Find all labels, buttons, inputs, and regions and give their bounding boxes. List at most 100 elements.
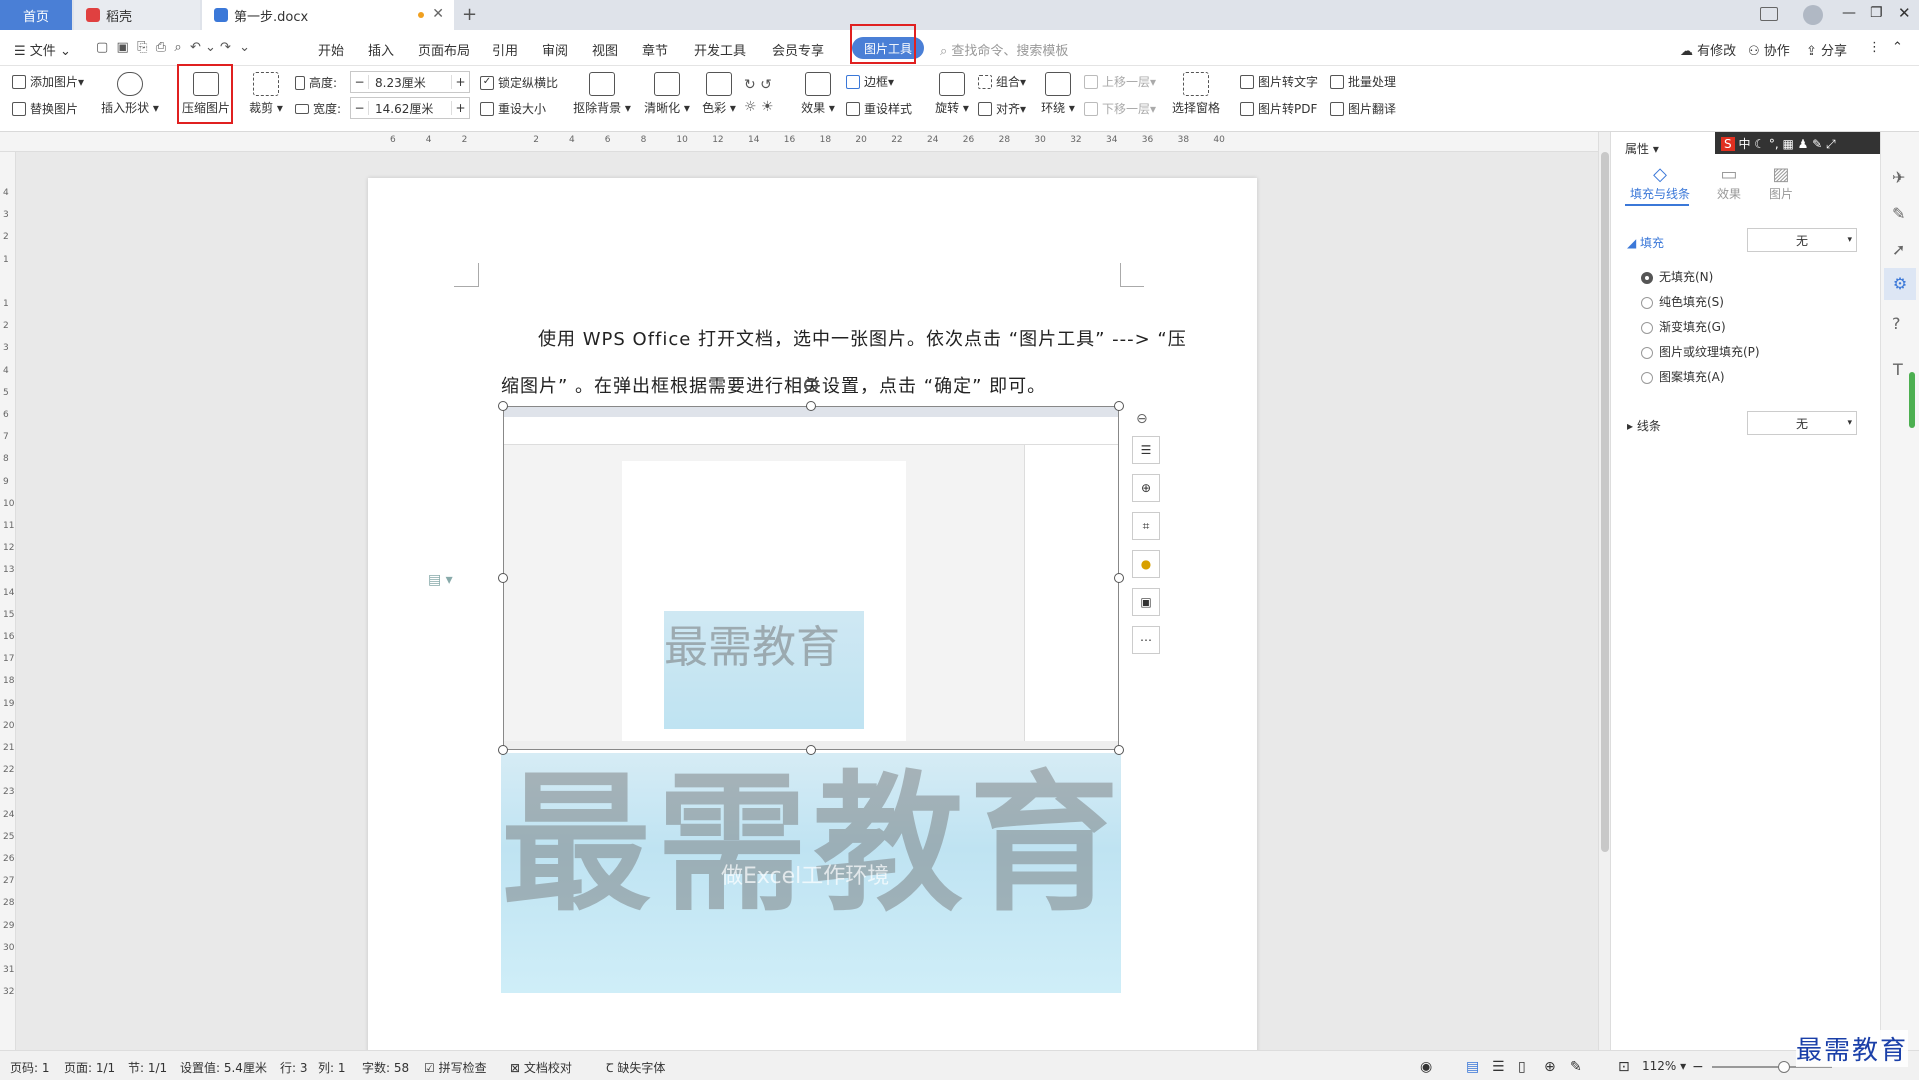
menu-developer[interactable]: 开发工具 [694, 40, 746, 59]
lock-ratio-checkbox[interactable]: ✓ 锁定纵横比 [480, 74, 558, 91]
more-icon[interactable]: ⋮ [1868, 40, 1881, 55]
outline-view-icon[interactable]: ☰ [1492, 1059, 1505, 1075]
reading-view-icon[interactable]: ▯ [1518, 1059, 1526, 1075]
sharpen-button[interactable]: 清晰化 ▾ [642, 72, 692, 116]
collapse-toolbar-icon[interactable]: ⊖ [1136, 411, 1148, 427]
width-input[interactable]: −14.62厘米 + [350, 97, 470, 119]
cursor-icon[interactable]: ➚ [1892, 240, 1905, 259]
fill-section-header[interactable]: ◢ 填充 [1627, 234, 1664, 251]
batch-button[interactable]: 批量处理 [1330, 73, 1396, 90]
quick-access-icons[interactable]: ▢ ▣ ⎘ ⎙ ⌕ ↶ ⌄ ↷ ⌄ [96, 40, 250, 55]
status-page[interactable]: 页码: 1 [10, 1059, 50, 1076]
zoom-image-icon[interactable]: ⊕ [1132, 474, 1160, 502]
vertical-scrollbar[interactable] [1598, 132, 1610, 1050]
fit-page-icon[interactable]: ⊡ [1618, 1059, 1630, 1075]
restore-icon[interactable]: ❐ [1870, 5, 1883, 21]
rotate-button[interactable]: 旋转 ▾ [934, 72, 970, 116]
resize-handle-br[interactable] [1114, 745, 1124, 755]
collapse-ribbon-icon[interactable]: ⌃ [1892, 40, 1903, 55]
changes-button[interactable]: ☁ 有修改 [1680, 40, 1736, 59]
properties-icon[interactable]: ⚙ [1884, 268, 1916, 300]
layout-options-icon[interactable]: ☰ [1132, 436, 1160, 464]
background-picture[interactable]: 最需教育 做Excel工作环境 [501, 753, 1121, 993]
status-words[interactable]: 字数: 58 [362, 1059, 409, 1076]
help-icon[interactable]: ? [1892, 314, 1901, 333]
line-dropdown[interactable]: 无 ▾ [1747, 411, 1857, 435]
wrap-button[interactable]: 环绕 ▾ [1040, 72, 1076, 116]
resize-handle-tl[interactable] [498, 401, 508, 411]
up-layer-button[interactable]: 上移一层 ▾ [1084, 73, 1156, 90]
zoom-out-icon[interactable]: − [1692, 1059, 1704, 1075]
rotate-handle-icon[interactable] [804, 378, 818, 392]
doc-paragraph-line-1[interactable]: 使用 WPS Office 打开文档，选中一张图片。依次点击 “图片工具” --… [538, 325, 1187, 351]
down-layer-button[interactable]: 下移一层 ▾ [1084, 100, 1156, 117]
resize-handle-bl[interactable] [498, 745, 508, 755]
workspace-icon[interactable] [1760, 7, 1778, 21]
menu-view[interactable]: 视图 [592, 40, 618, 59]
menu-page-layout[interactable]: 页面布局 [418, 40, 470, 59]
fill-option-none[interactable]: 无填充(N) [1641, 268, 1713, 285]
width-decrease[interactable]: − [351, 101, 369, 115]
page-view-icon[interactable]: ▤ [1466, 1059, 1479, 1075]
align-button[interactable]: 对齐 ▾ [978, 100, 1026, 117]
web-view-icon[interactable]: ⊕ [1544, 1059, 1556, 1075]
fill-dropdown[interactable]: 无 ▾ [1747, 228, 1857, 252]
fill-option-solid[interactable]: 纯色填充(S) [1641, 293, 1724, 310]
paragraph-anchor-icon[interactable]: ▤ ▾ [428, 572, 453, 588]
image-to-text-icon[interactable]: ▣ [1132, 588, 1160, 616]
close-tab-icon[interactable]: ✕ [432, 6, 444, 22]
share-button[interactable]: ⇪ 分享 [1806, 40, 1847, 59]
color-button[interactable]: 色彩 ▾ [700, 72, 738, 116]
fill-option-gradient[interactable]: 渐变填充(G) [1641, 318, 1726, 335]
insert-shape-button[interactable]: 插入形状 ▾ [100, 72, 160, 116]
idea-icon[interactable]: ● [1132, 550, 1160, 578]
panel-tab-picture[interactable]: ▨ 图片 [1761, 164, 1801, 202]
command-search[interactable]: ⌕ 查找命令、搜索模板 [940, 40, 1068, 59]
tab-document[interactable]: 第一步.docx ✕ [202, 0, 454, 30]
write-view-icon[interactable]: ✎ [1570, 1059, 1582, 1075]
text-icon[interactable]: T [1893, 360, 1903, 379]
height-input[interactable]: −8.23厘米 + [350, 71, 470, 93]
resize-handle-r[interactable] [1114, 573, 1124, 583]
status-pages[interactable]: 页面: 1/1 [64, 1059, 115, 1076]
pen-icon[interactable]: ✎ [1892, 204, 1905, 223]
ime-toolbar[interactable]: S 中 ☾ °, ▦ ♟ ✎ ⤢ [1715, 132, 1881, 154]
line-section-header[interactable]: ▸ 线条 [1627, 417, 1661, 434]
crop-button[interactable]: 裁剪 ▾ [248, 72, 284, 116]
pic-to-text-button[interactable]: 图片转文字 [1240, 73, 1318, 90]
resize-handle-t[interactable] [806, 401, 816, 411]
close-window-icon[interactable]: ✕ [1898, 4, 1911, 22]
panel-tab-effect[interactable]: ▭ 效果 [1709, 164, 1749, 202]
resize-handle-b[interactable] [806, 745, 816, 755]
rotate-adjust-icons[interactable]: ↻ ↺ ☼ ☀ [744, 74, 774, 118]
reset-style-button[interactable]: 重设样式 [846, 100, 912, 117]
crop-tool-icon[interactable]: ⌗ [1132, 512, 1160, 540]
minimize-icon[interactable]: — [1842, 5, 1856, 21]
cutout-button[interactable]: 抠除背景 ▾ [572, 72, 632, 116]
select-pane-button[interactable]: 选择窗格 [1170, 72, 1222, 116]
panel-title[interactable]: 属性 ▾ [1625, 140, 1659, 157]
effect-button[interactable]: 效果 ▾ [798, 72, 838, 116]
document-page[interactable]: 使用 WPS Office 打开文档，选中一张图片。依次点击 “图片工具” --… [368, 178, 1257, 1058]
menu-chapter[interactable]: 章节 [642, 40, 668, 59]
scrollbar-thumb[interactable] [1601, 152, 1609, 852]
tab-docer[interactable]: 稻壳 [74, 0, 200, 30]
panel-tab-fill[interactable]: ◇ 填充与线条 [1625, 164, 1695, 202]
add-picture-button[interactable]: 添加图片 ▾ [12, 73, 84, 90]
fill-option-texture[interactable]: 图片或纹理填充(P) [1641, 343, 1760, 360]
zoom-slider-thumb[interactable] [1778, 1061, 1790, 1073]
horizontal-ruler[interactable]: 6 4 2 2 4 6 8 10 12 14 16 18 20 22 24 26 28 30 32 34 36 38 40 [0, 132, 1600, 152]
file-menu[interactable]: ☰ 文件 ⌄ [14, 40, 71, 59]
menu-member[interactable]: 会员专享 [772, 40, 824, 59]
status-section[interactable]: 节: 1/1 [128, 1059, 167, 1076]
group-button[interactable]: 组合 ▾ [978, 73, 1026, 90]
width-increase[interactable]: + [451, 101, 469, 115]
replace-picture-button[interactable]: 替换图片 [12, 100, 78, 117]
pic-to-pdf-button[interactable]: 图片转PDF [1240, 100, 1317, 117]
menu-insert[interactable]: 插入 [368, 40, 394, 59]
reset-size-button[interactable]: 重设大小 [480, 100, 546, 117]
proofread-button[interactable]: ⊠ 文档校对 [510, 1059, 572, 1076]
menu-start[interactable]: 开始 [318, 40, 344, 59]
missing-font-button[interactable]: Ꞇ 缺失字体 [606, 1059, 665, 1076]
selected-picture[interactable]: 最需教育 [503, 406, 1119, 750]
